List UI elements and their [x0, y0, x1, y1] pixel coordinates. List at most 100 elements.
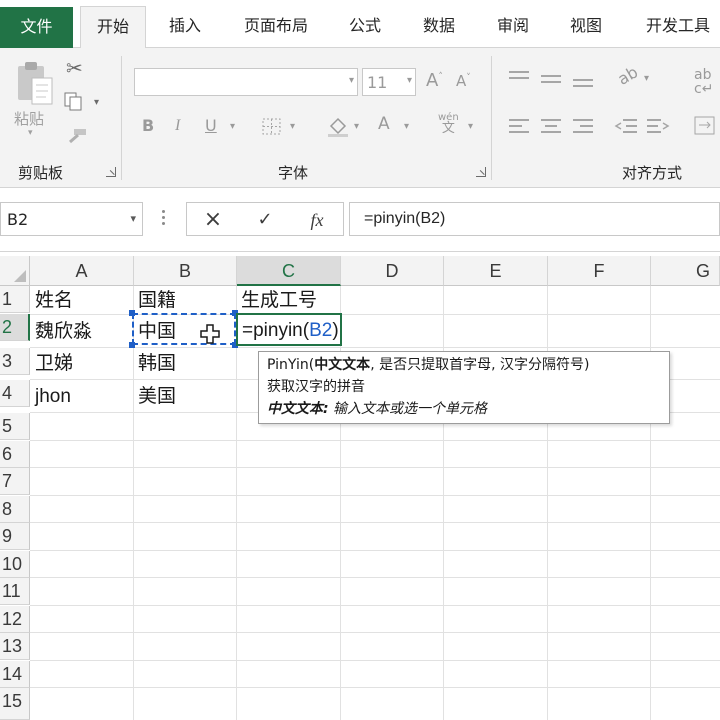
- cell-b2[interactable]: 中国: [134, 318, 176, 345]
- row-header-5[interactable]: 5: [0, 413, 30, 440]
- row-header-1[interactable]: 1: [0, 286, 30, 313]
- row-header-15[interactable]: 15: [0, 688, 30, 720]
- tab-view[interactable]: 视图: [561, 6, 611, 48]
- column-header-d[interactable]: D: [341, 256, 444, 286]
- row-header-9[interactable]: 9: [0, 523, 30, 550]
- italic-icon[interactable]: I: [175, 118, 180, 134]
- align-right-icon[interactable]: [572, 118, 594, 136]
- row-header-4[interactable]: 4: [0, 380, 30, 407]
- active-cell-c2[interactable]: =pinyin(B2): [236, 313, 342, 346]
- row-header-12[interactable]: 12: [0, 606, 30, 633]
- tooltip-description: 获取汉字的拼音: [267, 379, 365, 395]
- cell-a1[interactable]: 姓名: [31, 287, 73, 314]
- increase-indent-icon[interactable]: [646, 118, 670, 136]
- row-header-14[interactable]: 14: [0, 661, 30, 688]
- bold-icon[interactable]: B: [142, 118, 154, 134]
- chevron-down-icon[interactable]: ▾: [468, 122, 473, 132]
- clipboard-launcher-icon[interactable]: [106, 167, 116, 177]
- chevron-down-icon[interactable]: ▾: [404, 122, 409, 132]
- column-header-c[interactable]: C: [237, 256, 341, 286]
- chevron-down-icon: ▾: [130, 212, 136, 225]
- column-header-b[interactable]: B: [134, 256, 237, 286]
- cell-b1[interactable]: 国籍: [134, 287, 176, 314]
- cell-c1[interactable]: 生成工号: [237, 287, 317, 314]
- chevron-down-icon[interactable]: ▾: [644, 74, 649, 84]
- formula-bar-grip-icon[interactable]: [162, 210, 166, 228]
- insert-function-icon[interactable]: fx: [297, 207, 337, 233]
- select-all-button[interactable]: [0, 256, 30, 286]
- name-box[interactable]: B2 ▾: [0, 202, 143, 236]
- row-header-6[interactable]: 6: [0, 441, 30, 468]
- formula-bar: B2 ▾ × ✓ fx =pinyin(B2): [0, 188, 720, 252]
- cell-a4[interactable]: jhon: [31, 383, 71, 410]
- cell-b4[interactable]: 美国: [134, 383, 176, 410]
- copy-icon[interactable]: [64, 92, 86, 116]
- row-header-10[interactable]: 10: [0, 551, 30, 578]
- clipboard-group-label: 剪贴板: [18, 164, 64, 182]
- font-name-select[interactable]: ▾: [134, 68, 358, 96]
- row-header-8[interactable]: 8: [0, 496, 30, 523]
- chevron-down-icon[interactable]: ▾: [290, 122, 295, 132]
- tooltip-function-name[interactable]: PinYin(: [267, 357, 314, 373]
- column-header-g[interactable]: G: [651, 256, 720, 286]
- cancel-icon[interactable]: ×: [193, 207, 233, 233]
- cell-a2[interactable]: 魏欣淼: [31, 318, 92, 345]
- tab-file[interactable]: 文件: [0, 7, 73, 48]
- font-launcher-icon[interactable]: [476, 167, 486, 177]
- tab-home[interactable]: 开始: [80, 6, 146, 49]
- formula-input[interactable]: =pinyin(B2): [349, 202, 720, 236]
- cell-b3[interactable]: 韩国: [134, 350, 176, 377]
- row-header-3[interactable]: 3: [0, 348, 30, 375]
- align-middle-icon[interactable]: [540, 70, 562, 88]
- row-header-13[interactable]: 13: [0, 633, 30, 660]
- font-color-icon[interactable]: A: [378, 116, 390, 133]
- column-header-a[interactable]: A: [30, 256, 134, 286]
- merge-center-icon[interactable]: [694, 116, 716, 136]
- tooltip-other-args: , 是否只提取首字母, 汉字分隔符号): [370, 357, 590, 373]
- tab-insert[interactable]: 插入: [160, 6, 210, 48]
- wrap-text-icon[interactable]: ab c↵: [694, 68, 713, 96]
- tooltip-arg-name: 中文文本:: [267, 401, 329, 417]
- spreadsheet-grid: A B C D E F G 1 2 3 4 5 6 7 8 9 10 11 12…: [0, 252, 720, 720]
- font-size-select[interactable]: 11 ▾: [362, 68, 416, 96]
- row-header-7[interactable]: 7: [0, 468, 30, 495]
- chevron-down-icon: ▾: [28, 128, 33, 138]
- format-painter-icon[interactable]: [66, 128, 88, 150]
- paste-label: 粘贴: [14, 110, 45, 128]
- tab-formulas[interactable]: 公式: [340, 6, 390, 48]
- chevron-down-icon[interactable]: ▾: [354, 122, 359, 132]
- formula-prefix: =pinyin(: [242, 320, 310, 341]
- row-header-2[interactable]: 2: [0, 314, 30, 341]
- align-bottom-icon[interactable]: [572, 70, 594, 88]
- fill-color-icon[interactable]: [326, 114, 350, 142]
- borders-icon[interactable]: [262, 118, 282, 140]
- name-box-value: B2: [7, 210, 29, 229]
- copy-dropdown-icon[interactable]: ▾: [94, 98, 99, 108]
- grid-line: [30, 660, 720, 661]
- underline-icon[interactable]: U: [205, 118, 217, 134]
- paste-button[interactable]: 粘贴 ▾: [10, 60, 58, 138]
- grid-line: [30, 687, 720, 688]
- enter-icon[interactable]: ✓: [245, 207, 285, 233]
- align-top-icon[interactable]: [508, 70, 530, 88]
- row-header-11[interactable]: 11: [0, 578, 30, 605]
- tab-developer[interactable]: 开发工具: [636, 6, 720, 48]
- cut-icon[interactable]: ✂: [66, 58, 83, 78]
- range-handle[interactable]: [129, 310, 135, 316]
- column-header-f[interactable]: F: [548, 256, 651, 286]
- chevron-down-icon[interactable]: ▾: [230, 122, 235, 132]
- decrease-font-icon[interactable]: A˅: [456, 74, 471, 89]
- grid-line: [30, 605, 720, 606]
- tab-page-layout[interactable]: 页面布局: [236, 6, 316, 48]
- align-center-icon[interactable]: [540, 118, 562, 136]
- tab-data[interactable]: 数据: [414, 6, 464, 48]
- tooltip-signature: PinYin(中文文本, 是否只提取首字母, 汉字分隔符号): [267, 354, 661, 376]
- align-left-icon[interactable]: [508, 118, 530, 136]
- orientation-icon[interactable]: ab: [614, 62, 641, 88]
- tab-review[interactable]: 审阅: [488, 6, 538, 48]
- phonetic-guide-icon[interactable]: wén 文: [438, 112, 459, 135]
- cell-a3[interactable]: 卫娣: [31, 350, 73, 377]
- column-header-e[interactable]: E: [444, 256, 548, 286]
- decrease-indent-icon[interactable]: [614, 118, 638, 136]
- increase-font-icon[interactable]: A˄: [426, 72, 443, 90]
